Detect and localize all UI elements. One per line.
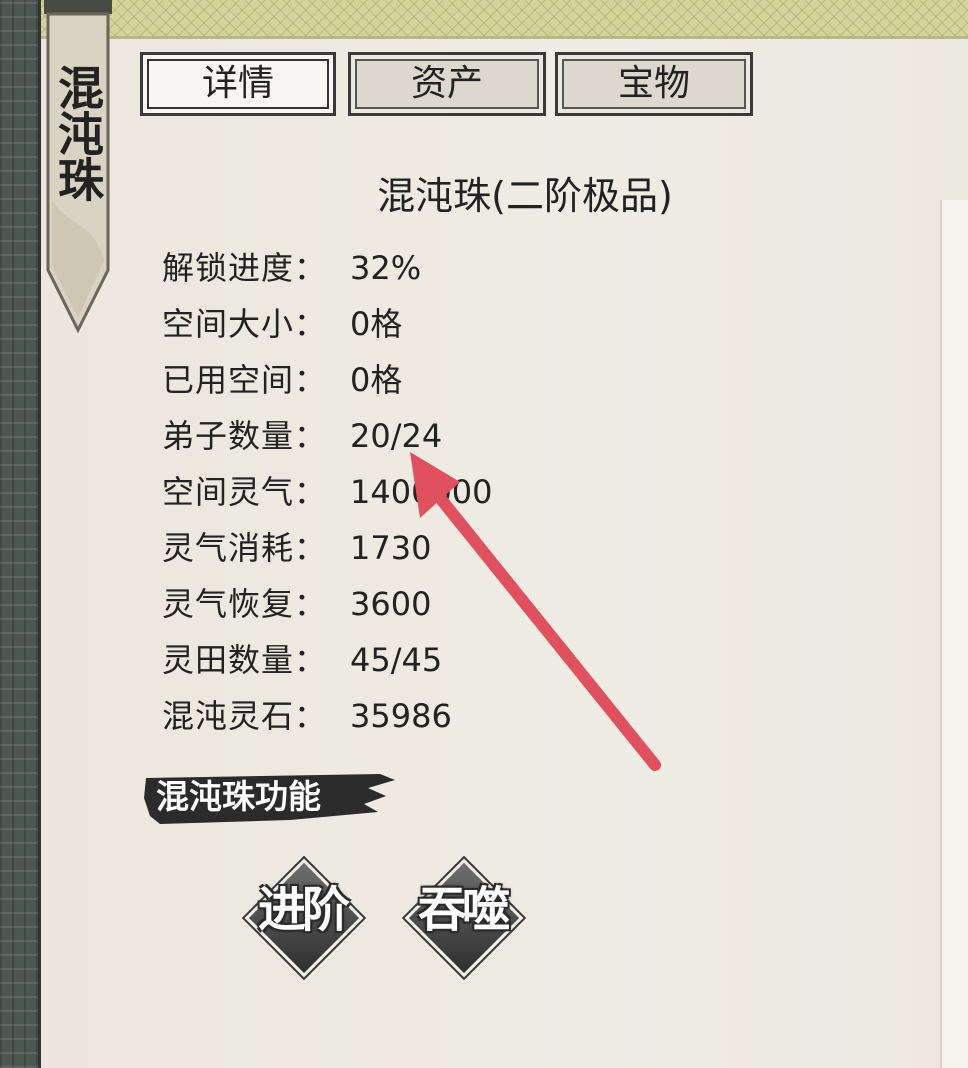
annotation-arrow-icon [410,452,661,771]
arrow-shaft [426,482,661,771]
